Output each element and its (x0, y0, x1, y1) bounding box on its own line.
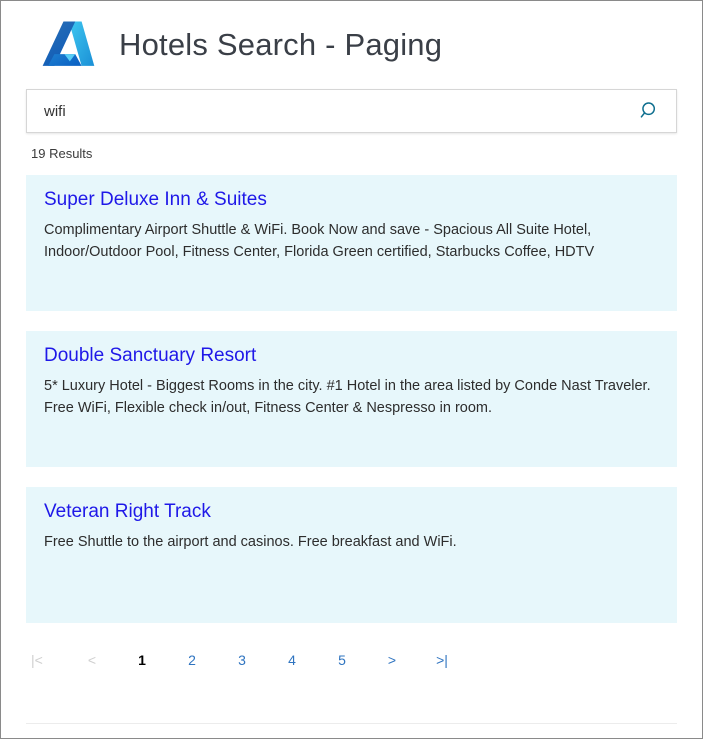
pagination-prev-page[interactable]: < (67, 652, 117, 668)
result-title-link[interactable]: Super Deluxe Inn & Suites (44, 189, 659, 212)
pagination-page-2[interactable]: 2 (167, 652, 217, 668)
pagination-page-5[interactable]: 5 (317, 652, 367, 668)
results-count: 19 Results (31, 146, 93, 161)
result-description: Complimentary Airport Shuttle & WiFi. Bo… (44, 221, 595, 261)
pagination-page-3[interactable]: 3 (217, 652, 267, 668)
result-card[interactable]: Double Sanctuary Resort 5* Luxury Hotel … (26, 331, 677, 467)
pagination: |< < 1 2 3 4 5 > >| (31, 643, 680, 677)
footer-divider (26, 723, 677, 724)
result-title-link[interactable]: Double Sanctuary Resort (44, 345, 659, 368)
pagination-first-page[interactable]: |< (31, 652, 67, 668)
pagination-next-page[interactable]: > (367, 652, 417, 668)
result-title-link[interactable]: Veteran Right Track (44, 501, 659, 524)
page-content: Hotels Search - Paging 19 Results Super … (1, 1, 702, 738)
azure-logo-icon (42, 21, 95, 66)
search-input[interactable] (27, 90, 624, 132)
results-list: Super Deluxe Inn & Suites Complimentary … (23, 175, 680, 623)
result-description: 5* Luxury Hotel - Biggest Rooms in the c… (44, 377, 651, 417)
result-card[interactable]: Super Deluxe Inn & Suites Complimentary … (26, 175, 677, 311)
search-bar[interactable] (26, 89, 677, 133)
result-card[interactable]: Veteran Right Track Free Shuttle to the … (26, 487, 677, 623)
app-window: Hotels Search - Paging 19 Results Super … (0, 0, 703, 739)
page-title: Hotels Search - Paging (119, 27, 443, 62)
result-description: Free Shuttle to the airport and casinos.… (44, 533, 457, 550)
pagination-page-4[interactable]: 4 (267, 652, 317, 668)
pagination-page-1[interactable]: 1 (117, 652, 167, 668)
search-button[interactable] (624, 90, 676, 132)
search-icon (640, 102, 656, 118)
pagination-last-page[interactable]: >| (417, 652, 467, 668)
app-header: Hotels Search - Paging (23, 1, 680, 89)
